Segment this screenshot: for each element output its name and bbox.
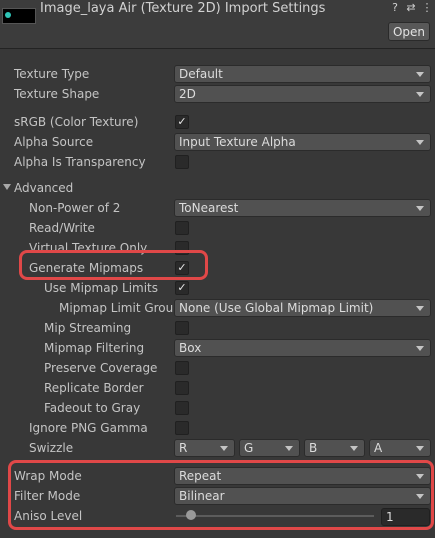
replicate-border-checkbox[interactable] bbox=[175, 381, 189, 395]
inspector-title: Image_laya Air (Texture 2D) Import Setti… bbox=[40, 1, 326, 16]
fadeout-to-gray-label: Fadeout to Gray bbox=[44, 401, 141, 415]
mipmap-filtering-value: Box bbox=[179, 341, 202, 355]
preserve-coverage-label: Preserve Coverage bbox=[44, 361, 158, 375]
dropdown-arrow-icon bbox=[416, 72, 424, 77]
srgb-label: sRGB (Color Texture) bbox=[14, 115, 139, 129]
texture-shape-value: 2D bbox=[179, 87, 196, 101]
checkmark-icon: ✓ bbox=[177, 115, 187, 128]
inspector-header: Image_laya Air (Texture 2D) Import Setti… bbox=[0, 0, 435, 49]
texture-type-label: Texture Type bbox=[14, 67, 90, 81]
dropdown-arrow-icon bbox=[416, 206, 424, 211]
dropdown-arrow-icon bbox=[285, 446, 293, 451]
help-icon[interactable]: ? bbox=[388, 1, 402, 15]
swizzle-label: Swizzle bbox=[29, 441, 74, 455]
non-power-of-2-value: ToNearest bbox=[179, 201, 239, 215]
read-write-label: Read/Write bbox=[29, 221, 95, 235]
mipmap-filtering-label: Mipmap Filtering bbox=[44, 341, 145, 355]
dropdown-arrow-icon bbox=[416, 306, 424, 311]
dropdown-arrow-icon bbox=[350, 446, 358, 451]
texture-shape-dropdown[interactable]: 2D bbox=[174, 85, 431, 103]
swizzle-a-dropdown[interactable]: A bbox=[369, 439, 431, 457]
swizzle-r-value: R bbox=[179, 441, 188, 455]
swizzle-r-dropdown[interactable]: R bbox=[174, 439, 235, 457]
swizzle-a-value: A bbox=[374, 441, 383, 455]
mipmap-limit-group-dropdown[interactable]: None (Use Global Mipmap Limit) bbox=[174, 299, 431, 317]
advanced-foldout-arrow-icon[interactable] bbox=[3, 184, 11, 190]
replicate-border-label: Replicate Border bbox=[44, 381, 144, 395]
open-button[interactable]: Open bbox=[388, 22, 430, 41]
texture-type-dropdown[interactable]: Default bbox=[174, 65, 431, 83]
mipmap-limit-group-label: Mipmap Limit Group bbox=[59, 301, 181, 315]
ignore-png-gamma-label: Ignore PNG Gamma bbox=[29, 421, 148, 435]
alpha-source-label: Alpha Source bbox=[14, 135, 94, 149]
alpha-is-transparency-checkbox[interactable] bbox=[175, 155, 189, 169]
swizzle-g-dropdown[interactable]: G bbox=[239, 439, 300, 457]
mip-streaming-checkbox[interactable] bbox=[175, 321, 189, 335]
ignore-png-gamma-checkbox[interactable] bbox=[175, 421, 189, 435]
alpha-source-dropdown[interactable]: Input Texture Alpha bbox=[174, 133, 431, 151]
alpha-source-value: Input Texture Alpha bbox=[179, 135, 296, 149]
texture-thumbnail bbox=[2, 8, 36, 24]
texture-shape-label: Texture Shape bbox=[14, 87, 100, 101]
preserve-coverage-checkbox[interactable] bbox=[175, 361, 189, 375]
swizzle-g-value: G bbox=[244, 441, 254, 455]
preset-sliders-icon[interactable]: ⇄ bbox=[404, 1, 418, 15]
dropdown-arrow-icon bbox=[416, 140, 424, 145]
texture-sampling-highlight bbox=[8, 460, 434, 530]
swizzle-b-value: B bbox=[309, 441, 318, 455]
mip-streaming-label: Mip Streaming bbox=[44, 321, 132, 335]
kebab-menu-icon[interactable]: ⋮ bbox=[420, 1, 434, 15]
checkmark-icon: ✓ bbox=[177, 281, 187, 294]
generate-mipmaps-highlight bbox=[19, 250, 208, 280]
texture-type-value: Default bbox=[179, 67, 223, 81]
fadeout-to-gray-checkbox[interactable] bbox=[175, 401, 189, 415]
dropdown-arrow-icon bbox=[220, 446, 228, 451]
dropdown-arrow-icon bbox=[416, 446, 424, 451]
non-power-of-2-dropdown[interactable]: ToNearest bbox=[174, 199, 431, 217]
dropdown-arrow-icon bbox=[416, 346, 424, 351]
advanced-foldout-label[interactable]: Advanced bbox=[14, 181, 73, 195]
non-power-of-2-label: Non-Power of 2 bbox=[29, 201, 121, 215]
use-mipmap-limits-checkbox[interactable]: ✓ bbox=[175, 281, 189, 295]
alpha-is-transparency-label: Alpha Is Transparency bbox=[14, 155, 146, 169]
swizzle-b-dropdown[interactable]: B bbox=[304, 439, 365, 457]
mipmap-limit-group-value: None (Use Global Mipmap Limit) bbox=[179, 301, 374, 315]
mipmap-filtering-dropdown[interactable]: Box bbox=[174, 339, 431, 357]
srgb-checkbox[interactable]: ✓ bbox=[175, 115, 189, 129]
use-mipmap-limits-label: Use Mipmap Limits bbox=[44, 281, 159, 295]
read-write-checkbox[interactable] bbox=[175, 221, 189, 235]
dropdown-arrow-icon bbox=[416, 92, 424, 97]
